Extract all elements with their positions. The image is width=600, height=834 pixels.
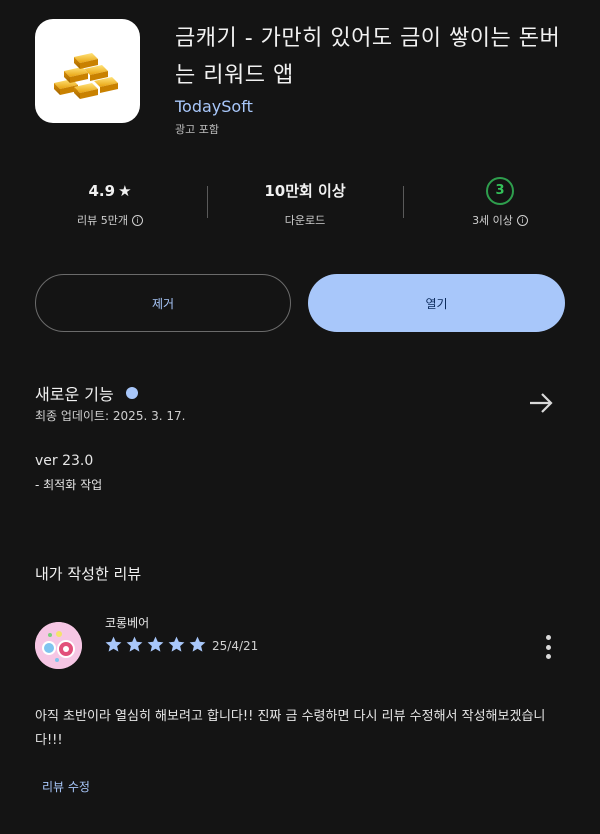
star-icon: ★ [118,182,132,200]
ads-label: 광고 포함 [175,123,219,136]
downloads-stat: 10만회 이상 다운로드 [210,176,400,228]
reviewer-name: 코롱베어 [105,616,150,630]
review-text: 아직 초반이라 열심히 해보려고 합니다!! 진짜 금 수령하면 다시 리뷰 수… [35,709,546,748]
star-icon [105,636,122,652]
uninstall-button[interactable]: 제거 [35,274,291,332]
open-button[interactable]: 열기 [308,274,565,332]
more-options-icon[interactable] [540,633,556,661]
review-stars [104,635,207,654]
arrow-right-icon[interactable] [526,388,556,418]
changes-text: - 최적화 작업 [35,478,103,492]
avatar [35,622,82,669]
downloads-label: 다운로드 [284,214,326,227]
stats-divider [403,186,404,218]
whats-new-title: 새로운 기능 [35,385,114,404]
gold-bars-icon [53,53,118,99]
rating-stat[interactable]: 4.9 ★ 리뷰 5만개 i [15,176,205,228]
developer-link[interactable]: TodaySoft [175,97,253,116]
app-icon [35,19,140,123]
rating-value: 4.9 [88,182,116,200]
age-rating-stat[interactable]: 3 3세 이상 i [405,176,595,228]
stats-divider [207,186,208,218]
new-indicator-dot [125,387,138,399]
downloads-value: 10만회 이상 [264,182,346,200]
star-icon [147,636,164,652]
info-icon: i [516,214,528,226]
star-icon [126,636,143,652]
star-icon [168,636,185,652]
whats-new-header[interactable]: 새로운 기능 [35,381,138,405]
app-title: 금캐기 - 가만히 있어도 금이 쌓이는 돈버는 리워드 앱 [175,26,561,88]
rating-count-label: 리뷰 5만개 [77,214,128,227]
last-updated: 최종 업데이트: 2025. 3. 17. [35,409,186,423]
info-icon: i [131,214,143,226]
age-rating-badge: 3 [486,177,514,205]
version-text: ver 23.0 [35,453,94,469]
my-review-title: 내가 작성한 리뷰 [35,565,142,583]
age-rating-label: 3세 이상 [472,214,513,227]
stats-row: 4.9 ★ 리뷰 5만개 i 10만회 이상 다운로드 3 3세 이상 i [0,176,600,236]
review-date: 25/4/21 [212,639,259,653]
star-icon [189,636,206,652]
edit-review-link[interactable]: 리뷰 수정 [42,778,90,795]
